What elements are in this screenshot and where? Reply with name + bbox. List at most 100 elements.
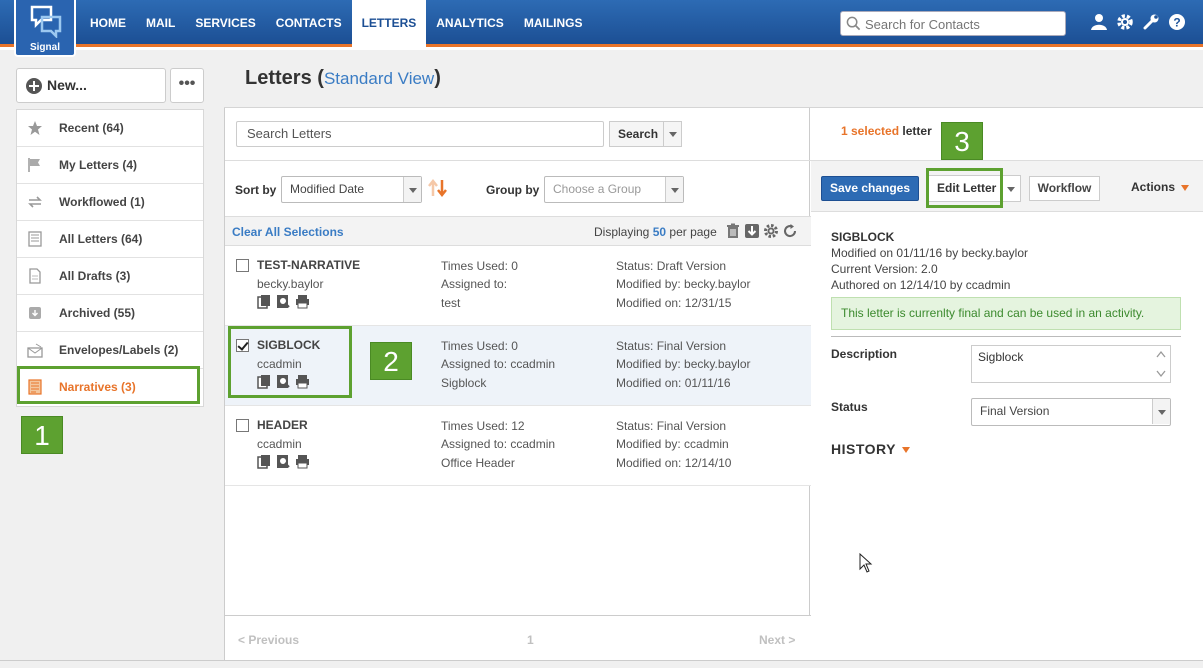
view-switch-link[interactable]: Standard View [324,69,434,88]
sort-by-value: Modified Date [290,182,365,196]
letter-status: Status: Final Version [616,419,727,433]
actions-label: Actions [1131,180,1176,194]
letter-name[interactable]: HEADER [257,418,308,432]
svg-text:?: ? [1173,16,1180,30]
wrench-icon[interactable] [1142,13,1160,31]
print-icon[interactable] [295,454,310,469]
preview-icon[interactable] [276,454,291,469]
divider [831,336,1181,337]
nav-mailings[interactable]: MAILINGS [514,0,593,47]
actions-menu[interactable]: Actions [1131,180,1190,194]
letter-status: Status: Final Version [616,339,727,353]
history-label: HISTORY [831,441,896,457]
save-changes-button[interactable]: Save changes [821,176,919,201]
chevron-down-icon [901,447,910,454]
nav-analytics[interactable]: ANALYTICS [426,0,514,47]
letter-detail-panel: 1 selected letter 3 Save changes Edit Le… [811,108,1203,668]
row-actions [257,294,310,309]
star-icon [28,121,42,135]
search-button[interactable]: Search [609,121,682,147]
group-by-select[interactable]: Choose a Group [544,176,684,203]
edit-options-dropdown[interactable] [1001,175,1021,202]
settings-icon[interactable] [763,223,779,239]
history-toggle[interactable]: HISTORY [831,441,910,457]
archive-icon [29,307,41,319]
open-paren: ( [317,67,324,89]
status-dropdown-toggle [1152,399,1170,424]
list-toolbar-icons [725,223,798,239]
nav-mail[interactable]: MAIL [136,0,185,47]
folder-list: Recent (64) My Letters (4) Workflowed (1… [16,109,204,407]
gear-icon[interactable] [1116,13,1134,31]
document-icon [28,231,42,247]
times-used: Times Used: 0 [441,339,518,353]
search-icon [846,16,861,31]
letter-owner: ccadmin [257,437,302,451]
envelope-icon [27,343,43,358]
folder-all-letters[interactable]: All Letters (64) [17,221,203,258]
nav-services[interactable]: SERVICES [185,0,265,47]
modified-by: Modified by: ccadmin [616,437,729,451]
assigned-to: Assigned to: [441,277,508,291]
refresh-icon[interactable] [782,223,798,239]
status-select[interactable]: Final Version [971,398,1171,426]
displaying-suffix: per page [669,225,717,239]
chevron-down-icon [1181,184,1190,191]
workflow-button[interactable]: Workflow [1029,176,1100,201]
selected-count: 1 selected [841,124,900,138]
sort-by-select[interactable]: Modified Date [281,176,422,203]
search-button-label: Search [618,127,659,141]
sort-direction-icon[interactable] [427,178,449,198]
chevron-down-icon [1158,410,1166,415]
row-actions [257,454,310,469]
search-options-dropdown[interactable] [663,122,681,146]
page-footer [0,660,1203,668]
folder-envelopes-labels[interactable]: Envelopes/Labels (2) [17,332,203,369]
previous-page-link[interactable]: < Previous [238,633,299,647]
clear-all-selections-link[interactable]: Clear All Selections [232,225,344,239]
more-options-button[interactable]: ••• [170,68,204,103]
copy-icon[interactable] [257,454,272,469]
letter-row[interactable]: HEADER ccadmin Times Used: 12 Assigned t… [225,406,811,486]
folder-label: Envelopes/Labels (2) [59,343,179,357]
copy-icon[interactable] [257,294,272,309]
list-toolbar: Clear All Selections Displaying 50 per p… [225,216,811,246]
folder-label: Workflowed (1) [59,195,145,209]
app-logo[interactable]: Signal [14,0,76,57]
close-paren: ) [434,67,441,89]
row-checkbox[interactable] [236,259,249,272]
nav-home[interactable]: HOME [80,0,136,47]
chevron-down-icon [669,132,677,137]
description-field[interactable]: Sigblock [971,345,1171,383]
letter-row[interactable]: TEST-NARRATIVE becky.baylor Times Used: … [225,246,811,326]
trash-icon[interactable] [725,223,741,239]
download-icon[interactable] [744,223,760,239]
letter-name[interactable]: TEST-NARRATIVE [257,258,360,272]
modified-info: Modified on 01/11/16 by becky.baylor [831,246,1029,260]
folder-workflowed[interactable]: Workflowed (1) [17,184,203,221]
folder-recent[interactable]: Recent (64) [17,110,203,147]
help-icon[interactable]: ? [1168,13,1186,31]
row-checkbox[interactable] [236,419,249,432]
nav-letters[interactable]: LETTERS [351,0,427,47]
per-page-count[interactable]: 50 [653,225,666,239]
plus-icon [26,78,42,94]
folder-archived[interactable]: Archived (55) [17,295,203,332]
group-dropdown-toggle [665,177,683,202]
folder-my-letters[interactable]: My Letters (4) [17,147,203,184]
letter-status: Status: Draft Version [616,259,727,273]
user-icon[interactable] [1090,13,1108,31]
next-page-link[interactable]: Next > [759,633,795,647]
search-letters-input[interactable]: Search Letters [236,121,604,147]
modified-on: Modified on: 12/31/15 [616,296,732,310]
contact-search-input[interactable] [865,15,1061,33]
highlight-box-edit-letter [926,168,1003,208]
nav-contacts[interactable]: CONTACTS [266,0,352,47]
scroll-arrows-icon[interactable] [1156,349,1166,379]
preview-icon[interactable] [276,294,291,309]
folder-all-drafts[interactable]: All Drafts (3) [17,258,203,295]
print-icon[interactable] [295,294,310,309]
modified-by: Modified by: becky.baylor [616,277,751,291]
new-label: New... [47,77,87,93]
new-letter-button[interactable]: New... [16,68,166,103]
